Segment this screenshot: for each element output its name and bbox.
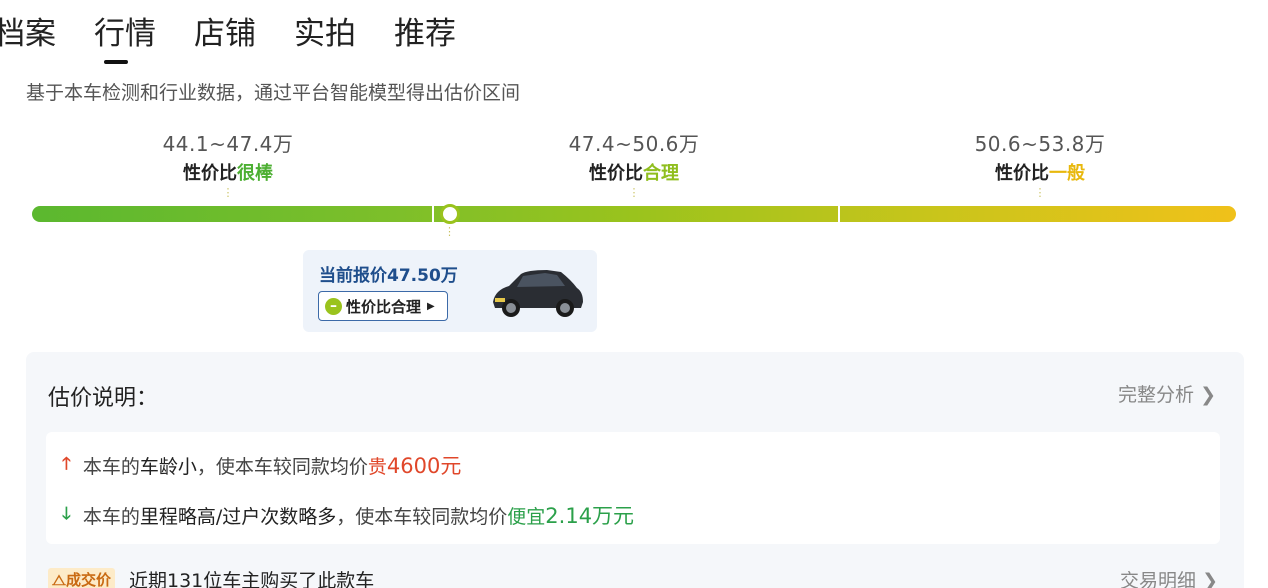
range-average: 50.6~53.8万 性价比一般 ⋮ [910, 128, 1170, 199]
full-analysis-link[interactable]: 完整分析 ❯ [1118, 380, 1216, 407]
panel-title: 估价说明： [48, 386, 159, 411]
tab-archive[interactable]: 档案 [0, 14, 56, 54]
deal-text: 近期131位车主购买了此款车 [128, 570, 375, 588]
arrow-up-icon: 🡑 [62, 453, 71, 474]
range-rating: 性价比一般 [995, 163, 1085, 184]
price-range-bar [32, 206, 1236, 222]
deal-row: ⧍成交价 近期131位车主购买了此款车 交易明细 ❯ [48, 566, 1218, 588]
current-price-label: 当前报价47.50万 [319, 266, 458, 286]
current-price-card: 当前报价47.50万 – 性价比合理 ▶ [303, 250, 597, 332]
range-dots: ⋮ [1034, 186, 1046, 199]
range-dots: ⋮ [222, 186, 234, 199]
chevron-right-icon: ❯ [1202, 570, 1218, 588]
range-fair: 47.4~50.6万 性价比合理 ⋮ [504, 128, 764, 199]
range-rating: 性价比很棒 [183, 163, 273, 184]
tab-market[interactable]: 行情 [94, 14, 156, 54]
tab-store[interactable]: 店铺 [194, 14, 256, 54]
chevron-right-icon: ❯ [1200, 384, 1216, 406]
marker-dots: ⋮ [444, 225, 455, 238]
range-price: 50.6~53.8万 [974, 132, 1106, 156]
tab-bar: 档案 行情 店铺 实拍 推荐 [0, 14, 494, 54]
neutral-face-icon: – [325, 297, 342, 315]
car-image [493, 270, 583, 317]
bar-separator [838, 206, 840, 222]
arrow-down-icon: 🡓 [62, 503, 71, 524]
value-rating-button[interactable]: – 性价比合理 ▶ [318, 291, 448, 321]
range-price: 47.4~50.6万 [568, 132, 700, 156]
valuation-explanation-panel: 估价说明： 完整分析 ❯ 🡑 本车的 车龄小 ，使本车较同款均价贵 4600元 🡓 本… [26, 352, 1244, 588]
range-price: 44.1~47.4万 [162, 132, 294, 156]
current-price-marker [440, 204, 460, 224]
tab-recommend[interactable]: 推荐 [394, 14, 456, 54]
factor-item: 🡑 本车的 车龄小 ，使本车较同款均价贵 4600元 [62, 450, 461, 480]
bar-separator [432, 206, 434, 222]
play-arrow-icon: ▶ [427, 300, 435, 312]
factor-list: 🡑 本车的 车龄小 ，使本车较同款均价贵 4600元 🡓 本车的 里程略高/过户次数略多… [46, 432, 1220, 544]
tab-photos[interactable]: 实拍 [294, 14, 356, 54]
valuation-subtitle: 基于本车检测和行业数据，通过平台智能模型得出估价区间 [26, 82, 521, 104]
deal-details-link[interactable]: 交易明细 ❯ [1120, 566, 1218, 588]
range-dots: ⋮ [628, 186, 640, 199]
factor-item: 🡓 本车的 里程略高/过户次数略多 ，使本车较同款均价 便宜 2.14万元 [62, 500, 634, 530]
value-rating-label: 性价比合理 [346, 297, 422, 316]
range-rating: 性价比合理 [589, 163, 679, 184]
range-great: 44.1~47.4万 性价比很棒 ⋮ [98, 128, 358, 199]
deal-price-tag: ⧍成交价 [48, 568, 115, 588]
